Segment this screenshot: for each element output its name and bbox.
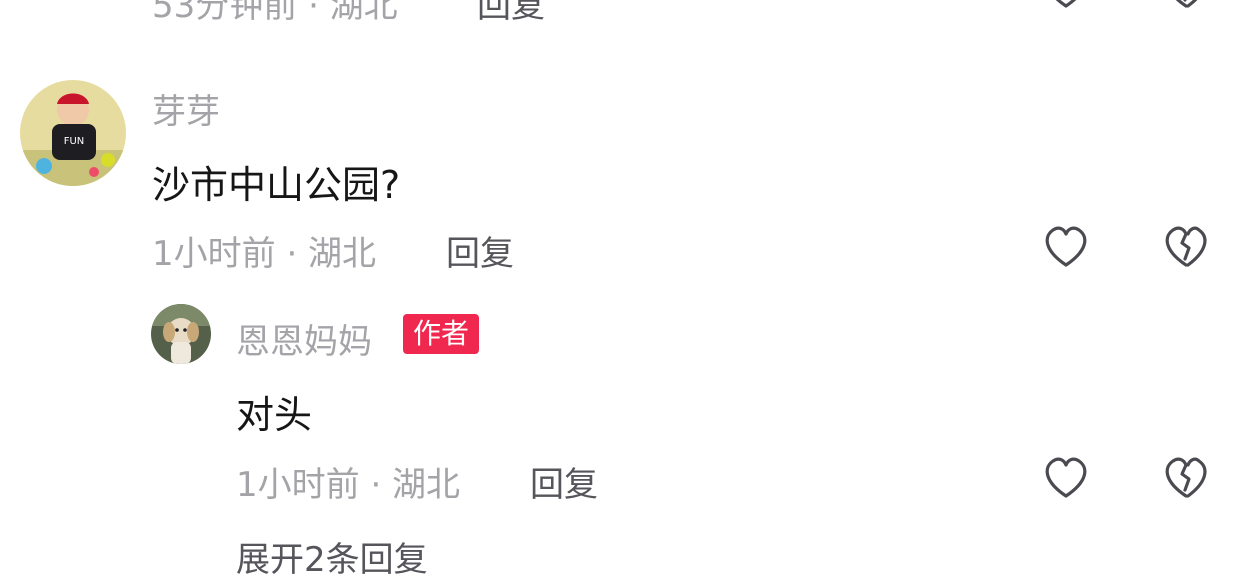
heart-outline-icon[interactable] [1041,221,1091,271]
prev-like-icon[interactable] [1041,0,1091,12]
author-badge: 作者 [403,314,480,354]
prev-reply-button[interactable]: 回复 [477,0,545,27]
reply-username[interactable]: 恩恩妈妈 [236,314,372,363]
reply-avatar[interactable] [151,304,211,364]
broken-heart-icon[interactable] [1161,452,1211,502]
user-avatar-image: FUN [20,80,126,186]
broken-heart-icon[interactable] [1161,221,1211,271]
reply-avatar-image [151,304,211,364]
expand-replies-button[interactable]: 展开2条回复 [236,532,428,581]
comment-meta: 1小时前 · 湖北 [152,234,377,274]
reply-meta: 1小时前 · 湖北 [236,465,461,505]
avatar[interactable]: FUN [20,80,126,186]
heart-outline-icon[interactable] [1041,452,1091,502]
comment-username[interactable]: 芽芽 [152,84,220,133]
comment-reply-button[interactable]: 回复 [446,226,514,275]
svg-text:FUN: FUN [64,136,85,147]
comment-text: 沙市中山公园? [152,163,401,207]
reply-reply-button[interactable]: 回复 [530,457,598,506]
prev-comment-meta: 53分钟前 · 湖北 [152,0,398,26]
prev-dislike-icon[interactable] [1161,0,1211,12]
reply-text: 对头 [236,393,313,437]
